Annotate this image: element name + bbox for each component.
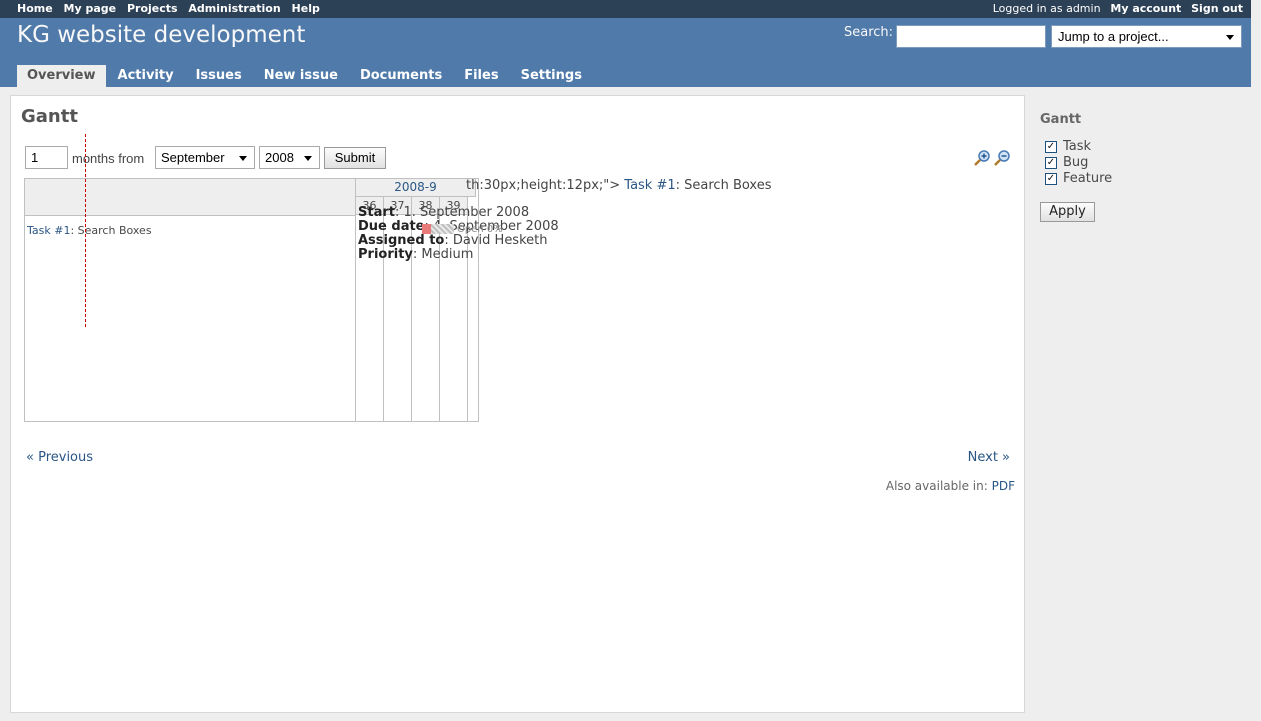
month-select[interactable]: September	[155, 146, 255, 169]
year-select[interactable]: 2008	[259, 146, 320, 169]
leak-task-title: : Search Boxes	[675, 178, 772, 193]
tracker-label: Task	[1063, 139, 1092, 154]
tracker-label: Feature	[1063, 171, 1113, 186]
priority-label: Priority	[358, 247, 413, 262]
task-bar-progress	[422, 224, 431, 234]
start-label: Start	[358, 205, 395, 220]
submit-button[interactable]: Submit	[324, 147, 386, 169]
gantt-month-link[interactable]: 2008-9	[394, 180, 437, 194]
year-select-value: 2008	[265, 150, 294, 165]
apply-button[interactable]: Apply	[1040, 202, 1095, 222]
logged-in-text: Logged in as admin	[992, 2, 1101, 15]
months-label: months from	[72, 151, 145, 166]
tab-documents[interactable]: Documents	[350, 65, 452, 87]
task-title: : Search Boxes	[70, 224, 152, 237]
page-title: Gantt	[21, 106, 78, 127]
due-label: Due date	[358, 219, 425, 234]
jump-select-value: Jump to a project...	[1058, 29, 1169, 44]
tracker-feature-row[interactable]: ✓ Feature	[1040, 171, 1240, 187]
priority-value: : Medium	[412, 247, 474, 262]
top-link-my-page[interactable]: My page	[64, 2, 117, 15]
tooltip-assigned: Assigned to: David Hesketh	[358, 234, 559, 248]
pdf-link[interactable]: PDF	[992, 479, 1015, 493]
jump-to-project-select[interactable]: Jump to a project...	[1051, 25, 1242, 48]
tab-settings[interactable]: Settings	[511, 65, 592, 87]
sidebar-title: Gantt	[1040, 112, 1082, 127]
my-account-link[interactable]: My account	[1110, 2, 1181, 15]
tab-activity[interactable]: Activity	[108, 65, 184, 87]
dropdown-arrow-icon	[239, 156, 247, 161]
gantt-month-header: 2008-9	[356, 179, 476, 197]
months-input[interactable]: 1	[25, 146, 68, 169]
checkbox-checked-icon[interactable]: ✓	[1045, 157, 1057, 169]
leak-task-link[interactable]: Task #1	[624, 178, 675, 193]
tracker-task-row[interactable]: ✓ Task	[1040, 139, 1240, 155]
search-label: Search:	[844, 25, 894, 40]
assigned-value: : David Hesketh	[444, 233, 548, 248]
top-link-home[interactable]: Home	[17, 2, 53, 15]
tab-new-issue[interactable]: New issue	[254, 65, 348, 87]
tracker-bug-row[interactable]: ✓ Bug	[1040, 155, 1240, 171]
gantt-html-leak-line: th:30px;height:12px;"> Task #1: Search B…	[466, 178, 771, 193]
month-select-value: September	[161, 150, 225, 165]
header: KG website development Search: Jump to a…	[0, 18, 1251, 87]
tracker-label: Bug	[1063, 155, 1089, 170]
dropdown-arrow-icon	[1226, 35, 1234, 40]
sign-out-link[interactable]: Sign out	[1191, 2, 1243, 15]
sidebar: Gantt ✓ Task ✓ Bug ✓ Feature Apply	[1040, 112, 1240, 222]
previous-link[interactable]: « Previous	[26, 450, 93, 465]
top-menu-left: Home My page Projects Administration Hel…	[17, 2, 327, 15]
dropdown-arrow-icon	[304, 156, 312, 161]
top-link-help[interactable]: Help	[292, 2, 320, 15]
assigned-label: Assigned to	[358, 233, 445, 248]
account-menu: Logged in as admin My account Sign out	[987, 2, 1243, 15]
search-input[interactable]	[896, 25, 1046, 48]
checkbox-checked-icon[interactable]: ✓	[1045, 173, 1057, 185]
zoom-in-icon[interactable]	[974, 149, 991, 166]
tooltip-priority: Priority: Medium	[358, 248, 559, 262]
content: Gantt 1 months from September 2008 Submi…	[10, 95, 1025, 713]
project-title: KG website development	[17, 22, 306, 48]
leak-text: th:30px;height:12px;">	[466, 178, 621, 193]
gantt-subjects-panel: Task #1: Search Boxes	[24, 134, 356, 422]
tab-files[interactable]: Files	[454, 65, 508, 87]
tooltip-start: Start: 1. September 2008	[358, 206, 559, 220]
tab-issues[interactable]: Issues	[186, 65, 252, 87]
other-formats: Also available in: PDF	[886, 479, 1015, 493]
main-menu: Overview Activity Issues New issue Documents…	[17, 65, 594, 87]
top-menu: Home My page Projects Administration Hel…	[0, 0, 1251, 18]
today-marker	[85, 134, 86, 327]
zoom-out-icon[interactable]	[994, 149, 1011, 166]
also-available-label: Also available in:	[885, 479, 988, 493]
gantt-subjects-header	[25, 179, 355, 216]
checkbox-checked-icon[interactable]: ✓	[1045, 141, 1057, 153]
gantt-task-row: Task #1: Search Boxes	[27, 224, 152, 237]
task-link[interactable]: Task #1	[27, 224, 70, 237]
next-link[interactable]: Next »	[968, 450, 1010, 465]
top-link-projects[interactable]: Projects	[127, 2, 178, 15]
top-link-administration[interactable]: Administration	[188, 2, 280, 15]
task-bar-label: Open 0%	[457, 224, 503, 235]
tab-overview[interactable]: Overview	[17, 65, 106, 87]
start-value: : 1. September 2008	[394, 205, 530, 220]
